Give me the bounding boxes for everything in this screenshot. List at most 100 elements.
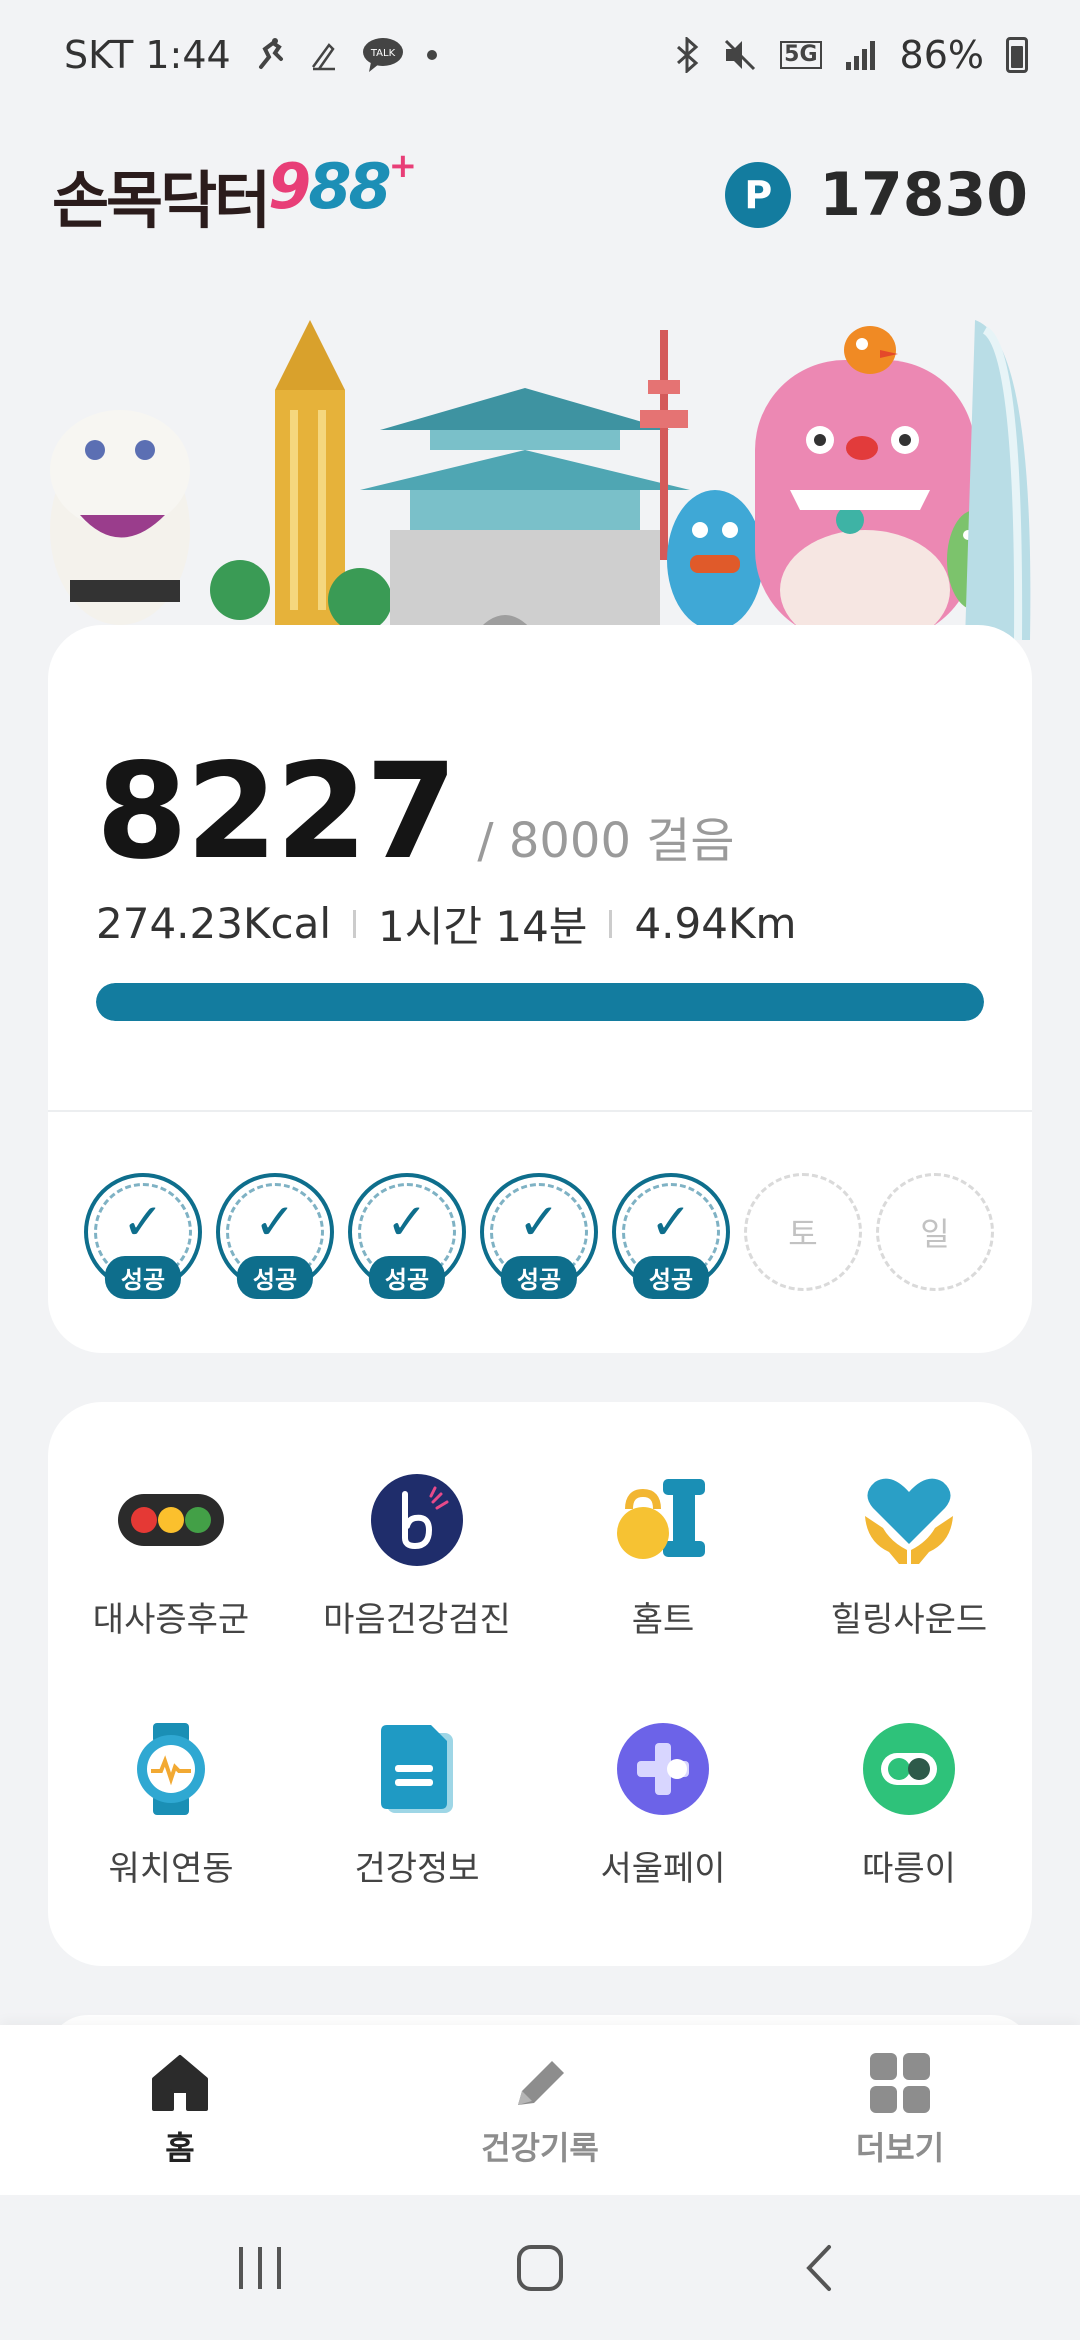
day-stamp-pending: 일 [876,1173,994,1291]
bluetooth-icon [677,37,699,73]
menu-item-mind-check[interactable]: 마음건강검진 [294,1472,540,1641]
menu-label: 대사증후군 [92,1600,250,1640]
bottom-navigation: 홈 건강기록 더보기 [0,2025,1080,2195]
tree [328,568,392,632]
day-stamp-success: ✓ 성공 [216,1173,334,1299]
nav-label: 홈 [165,2129,195,2167]
menu-item-watch-link[interactable]: 워치연동 [48,1721,294,1890]
steps-card[interactable]: 8227 / 8000 걸음 274.23Kcal 1시간 14분 4.94Km… [48,625,1032,1353]
success-badge: 성공 [104,1256,182,1299]
glass-tower [965,320,1031,640]
step-count: 8227 [96,735,457,889]
success-badge: 성공 [500,1256,578,1299]
battery-percent: 86% [899,33,984,77]
nav-health-record[interactable]: 건강기록 [390,2051,690,2169]
home-square-icon [517,2244,563,2291]
distance-value: 4.94Km [634,899,797,948]
menu-item-healing-sound[interactable]: 힐링사운드 [786,1472,1032,1641]
app-logo: 손목닥터 9 88 + [52,146,417,240]
step-progress-bar [96,983,984,1021]
duration-value: 1시간 14분 [378,902,588,951]
system-navigation [0,2195,1080,2340]
nav-home[interactable]: 홈 [30,2051,330,2169]
point-icon: P [725,162,792,228]
pink-monster [755,360,975,640]
status-left: SKT 1:44 TALK [64,33,437,77]
menu-label: 건강정보 [354,1849,480,1889]
carrier-time: SKT 1:44 [64,33,231,77]
point-balance: 17830 [819,160,1028,230]
seoul-pay-icon [608,1721,718,1817]
check-icon: ✓ [254,1193,296,1251]
recent-apps-icon [239,2246,281,2289]
pencil-icon [518,2061,564,2105]
day-stamp-success: ✓ 성공 [612,1173,730,1299]
menu-item-home-training[interactable]: 홈트 [540,1472,786,1641]
menu-label: 마음건강검진 [323,1600,511,1640]
menu-item-metabolic[interactable]: 대사증후군 [48,1472,294,1641]
recent-apps-button[interactable] [200,2228,320,2308]
menu-item-ddareungi[interactable]: 따릉이 [786,1721,1032,1890]
talk-icon: TALK [362,38,403,72]
check-icon: ✓ [122,1193,164,1251]
heart-hands-icon [854,1472,964,1568]
nav-label: 더보기 [855,2129,945,2167]
day-stamp-success: ✓ 성공 [84,1173,202,1299]
success-badge: 성공 [632,1256,710,1299]
check-icon: ✓ [650,1193,692,1251]
logo-korean: 손목닥터 [52,164,271,237]
status-right: 5G 86% [674,33,1028,77]
step-count-row: 8227 / 8000 걸음 [96,735,735,889]
tiger-mascot [50,410,190,625]
menu-label: 워치연동 [108,1849,234,1889]
signature-icon [311,43,335,71]
logo-eighty-eight: 88 [308,150,391,223]
success-badge: 성공 [236,1256,314,1299]
traffic-light-icon [116,1472,226,1568]
tree [210,560,270,620]
hero-illustration [50,320,1031,640]
step-goal: / 8000 걸음 [477,813,735,869]
day-stamp-success: ✓ 성공 [348,1173,466,1299]
watch-icon [116,1721,226,1817]
menu-label: 힐링사운드 [830,1600,988,1640]
menu-label: 서울페이 [600,1849,726,1889]
back-button[interactable] [760,2228,880,2308]
kettlebell-icon [608,1472,718,1568]
stat-divider [609,909,613,938]
weekly-stamps: ✓ 성공 ✓ 성공 ✓ 성공 ✓ 성공 ✓ 성공 토 일 [84,1173,994,1299]
stat-divider [353,909,356,938]
services-grid: 대사증후군 마음건강검진 홈트 힐링사운드 워치연동 건강정보 서울페이 따릉이 [48,1472,1032,1890]
nav-more[interactable]: 더보기 [750,2051,1050,2169]
signal-icon [845,41,875,70]
status-bar: SKT 1:44 TALK 5G 86% [0,0,1080,110]
card-divider [48,1110,1032,1112]
points-display[interactable]: P 17830 [725,160,1028,230]
logo-plus: + [388,146,417,186]
bike-toggle-icon [854,1721,964,1817]
battery-icon [1006,37,1028,73]
menu-label: 홈트 [631,1600,695,1640]
menu-label: 따릉이 [862,1849,956,1889]
app-header: 손목닥터 9 88 + P 17830 [0,140,1080,250]
day-stamp-pending: 토 [744,1173,862,1291]
network-icon: 5G [780,41,822,69]
home-icon [152,2055,208,2111]
step-progress-fill [96,983,984,1021]
check-icon: ✓ [386,1193,428,1251]
mind-b-icon [362,1472,472,1568]
check-icon: ✓ [518,1193,560,1251]
blue-mascot [667,490,763,630]
home-button[interactable] [480,2228,600,2308]
menu-item-seoul-pay[interactable]: 서울페이 [540,1721,786,1890]
mute-icon [725,39,756,71]
back-chevron-icon [806,2244,831,2291]
menu-item-health-info[interactable]: 건강정보 [294,1721,540,1890]
step-stats: 274.23Kcal 1시간 14분 4.94Km [96,893,796,954]
runner-icon [258,38,283,69]
nav-label: 건강기록 [481,2129,599,2167]
svg-text:TALK: TALK [370,48,396,59]
day-stamp-success: ✓ 성공 [480,1173,598,1299]
grid-icon [870,2053,930,2113]
success-badge: 성공 [368,1256,446,1299]
